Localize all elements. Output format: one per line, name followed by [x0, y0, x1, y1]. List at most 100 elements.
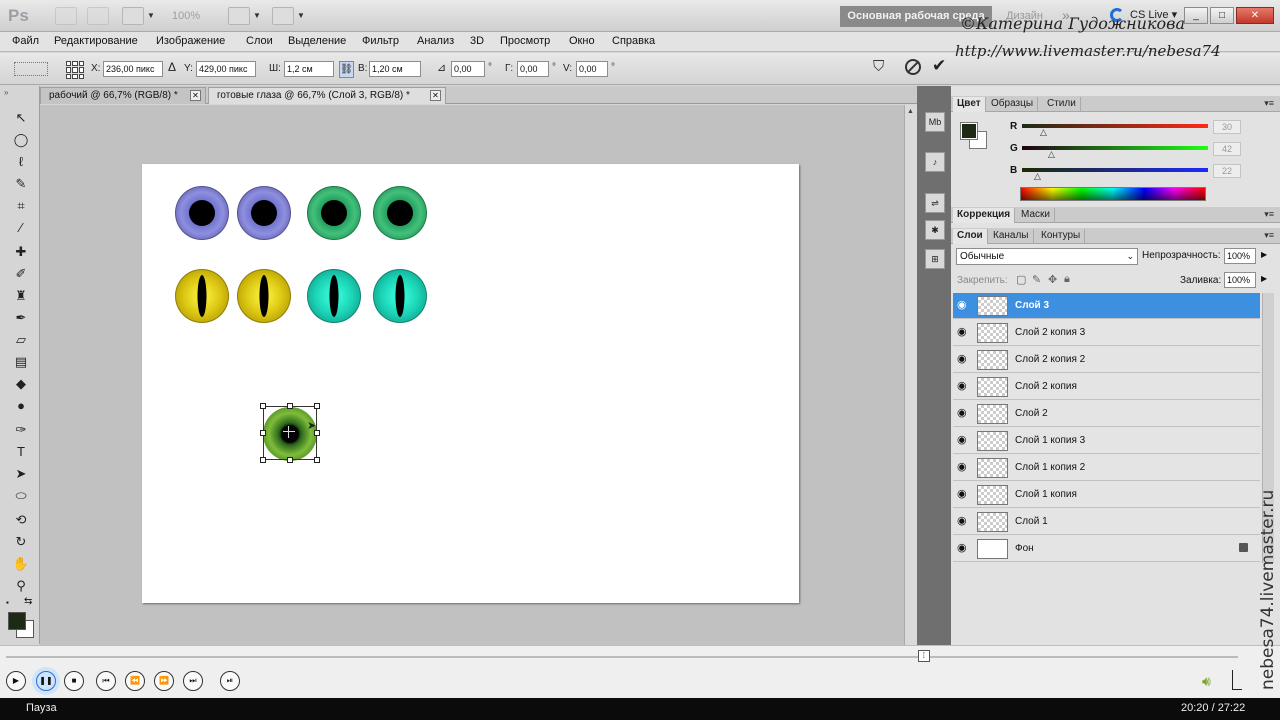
screen-mode-icon[interactable]: [272, 7, 294, 25]
transform-handle[interactable]: [260, 430, 266, 436]
panel-menu-icon[interactable]: ▾≡: [1264, 98, 1274, 109]
clone-stamp-tool-icon[interactable]: ♜: [10, 286, 32, 306]
blend-mode-select[interactable]: Обычные ⌄: [956, 248, 1138, 265]
cancel-transform-icon[interactable]: [905, 59, 921, 75]
visibility-eye-icon[interactable]: ◉: [957, 542, 971, 554]
fill-slider-arrow-icon[interactable]: ▶: [1261, 274, 1267, 283]
eye-teal-2[interactable]: [373, 269, 427, 323]
eye-yellow-1[interactable]: [175, 269, 229, 323]
transform-handle[interactable]: [314, 457, 320, 463]
rewind-button[interactable]: ⏪: [125, 671, 145, 691]
layer-row[interactable]: ◉ Слой 2 копия 3: [953, 320, 1260, 346]
move-tool-preset-icon[interactable]: [14, 62, 48, 76]
layer-row[interactable]: ◉ Слой 1 копия 2: [953, 455, 1260, 481]
zoom-level[interactable]: 100%: [172, 10, 200, 22]
play-button[interactable]: ▶: [6, 671, 26, 691]
mini-bridge-icon[interactable]: [87, 7, 109, 25]
3d-rotate-tool-icon[interactable]: ⟲: [10, 510, 32, 530]
lasso-tool-icon[interactable]: ℓ: [10, 152, 32, 172]
view-extras-icon[interactable]: [122, 7, 144, 25]
type-tool-icon[interactable]: T: [10, 442, 32, 462]
lock-position-icon[interactable]: ✥: [1048, 273, 1057, 286]
menu-help[interactable]: Справка: [612, 35, 655, 47]
visibility-eye-icon[interactable]: ◉: [957, 461, 971, 473]
lock-pixels-icon[interactable]: ✎: [1032, 273, 1041, 286]
chevron-down-icon[interactable]: ▼: [147, 11, 155, 20]
tab-document-work[interactable]: рабочий @ 66,7% (RGB/8) * ✕: [40, 87, 206, 104]
blue-slider-thumb[interactable]: △: [1034, 171, 1041, 182]
red-slider-thumb[interactable]: △: [1040, 127, 1047, 138]
quick-select-tool-icon[interactable]: ✎: [10, 174, 32, 194]
warp-mode-icon[interactable]: ⛉: [873, 58, 884, 75]
swap-colors-icon[interactable]: ⇆: [24, 596, 32, 607]
tab-styles[interactable]: Стили: [1043, 97, 1081, 112]
panel-menu-icon[interactable]: ▾≡: [1264, 230, 1274, 241]
visibility-eye-icon[interactable]: ◉: [957, 326, 971, 338]
visibility-eye-icon[interactable]: ◉: [957, 407, 971, 419]
transform-handle[interactable]: [287, 457, 293, 463]
close-button[interactable]: ✕: [1236, 7, 1274, 24]
y-position-field[interactable]: 429,00 пикс: [196, 61, 256, 77]
opacity-field[interactable]: 100%: [1224, 248, 1256, 264]
tab-swatches[interactable]: Образцы: [987, 97, 1039, 112]
clone-source-panel-icon[interactable]: ⊞: [925, 249, 945, 269]
menu-image[interactable]: Изображение: [156, 35, 225, 47]
relative-position-icon[interactable]: Δ: [168, 60, 176, 74]
actions-panel-icon[interactable]: ⇌: [925, 193, 945, 213]
tab-adjustments[interactable]: Коррекция: [953, 208, 1016, 223]
arrange-documents-icon[interactable]: [228, 7, 250, 25]
seek-thumb[interactable]: ⁞: [917, 650, 930, 662]
seek-bar[interactable]: [6, 656, 1238, 658]
tab-layers[interactable]: Слои: [953, 229, 988, 244]
volume-slider[interactable]: [1232, 670, 1242, 690]
tab-channels[interactable]: Каналы: [989, 229, 1034, 244]
move-tool-icon[interactable]: ↖: [10, 108, 32, 128]
menu-select[interactable]: Выделение: [288, 35, 346, 47]
red-value[interactable]: 30: [1213, 120, 1241, 134]
close-icon[interactable]: ✕: [430, 90, 441, 101]
blue-value[interactable]: 22: [1213, 164, 1241, 178]
v-skew-field[interactable]: 0,00: [576, 61, 608, 77]
panel-menu-icon[interactable]: ▾≡: [1264, 209, 1274, 220]
menu-edit[interactable]: Редактирование: [54, 35, 138, 47]
scroll-up-icon[interactable]: ▲: [907, 108, 914, 115]
transform-handle[interactable]: [260, 403, 266, 409]
close-icon[interactable]: ✕: [190, 90, 201, 101]
dodge-tool-icon[interactable]: ●: [10, 396, 32, 416]
lock-all-icon[interactable]: 🔒︎: [1064, 273, 1070, 286]
visibility-eye-icon[interactable]: ◉: [957, 434, 971, 446]
layer-row[interactable]: ◉ Фон: [953, 536, 1260, 562]
chevron-down-icon[interactable]: ▼: [253, 11, 261, 20]
history-brush-tool-icon[interactable]: ✒: [10, 308, 32, 328]
collapse-icon[interactable]: »: [4, 88, 8, 97]
tab-paths[interactable]: Контуры: [1037, 229, 1086, 244]
document-canvas[interactable]: [142, 164, 799, 603]
menu-filter[interactable]: Фильтр: [362, 35, 399, 47]
crop-tool-icon[interactable]: ⌗: [10, 196, 32, 216]
3d-orbit-tool-icon[interactable]: ↻: [10, 532, 32, 552]
fast-forward-button[interactable]: ⏩: [154, 671, 174, 691]
transform-center-icon[interactable]: [283, 426, 295, 438]
chevron-down-icon[interactable]: ▼: [297, 11, 305, 20]
visibility-eye-icon[interactable]: ◉: [957, 299, 971, 311]
transform-handle[interactable]: [314, 403, 320, 409]
transform-handle[interactable]: [260, 457, 266, 463]
menu-view[interactable]: Просмотр: [500, 35, 550, 47]
x-position-field[interactable]: 236,00 пикс: [103, 61, 163, 77]
foreground-color-swatch[interactable]: [8, 612, 26, 630]
menu-layers[interactable]: Слои: [246, 35, 273, 47]
eraser-tool-icon[interactable]: ▱: [10, 330, 32, 350]
pause-button[interactable]: ❚❚: [36, 671, 56, 691]
volume-icon[interactable]: 🔊︎: [1202, 673, 1211, 690]
blur-tool-icon[interactable]: ◆: [10, 374, 32, 394]
reference-point-icon[interactable]: [66, 61, 84, 79]
lock-transparency-icon[interactable]: ▢: [1016, 273, 1026, 286]
eye-green-1[interactable]: [307, 186, 361, 240]
brush-panel-icon[interactable]: ✱: [925, 220, 945, 240]
layer-row[interactable]: ◉ Слой 2 копия 2: [953, 347, 1260, 373]
eye-green-2[interactable]: [373, 186, 427, 240]
maintain-aspect-link-icon[interactable]: ⛓: [339, 61, 354, 78]
stop-button[interactable]: ■: [64, 671, 84, 691]
visibility-eye-icon[interactable]: ◉: [957, 380, 971, 392]
color-spectrum-ramp[interactable]: [1020, 187, 1206, 201]
